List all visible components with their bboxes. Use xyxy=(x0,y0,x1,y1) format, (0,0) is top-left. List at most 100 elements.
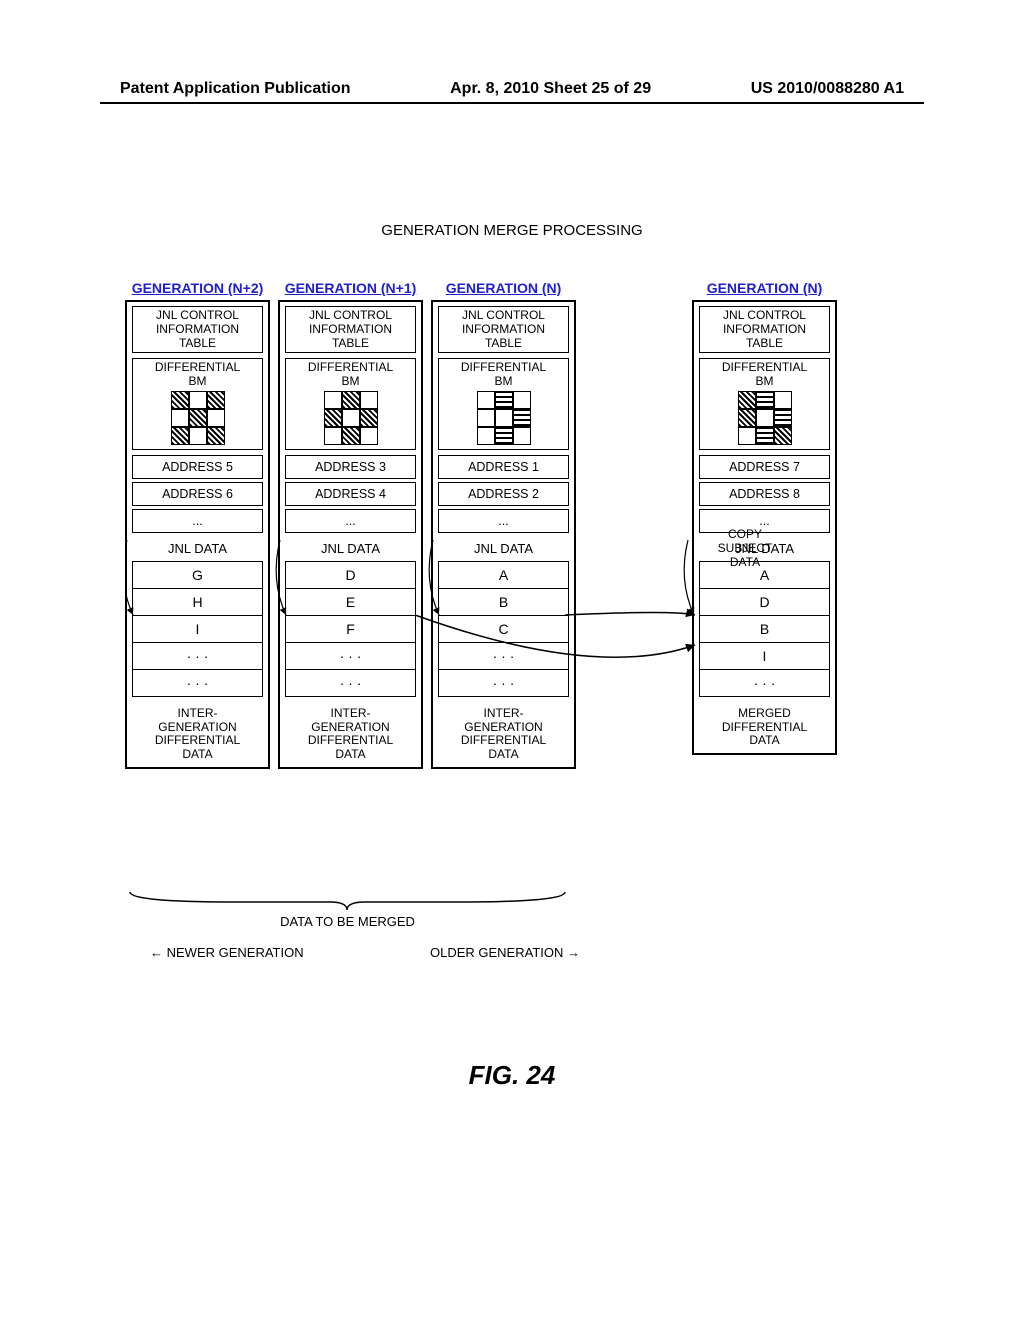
jnl-data-label: JNL DATA xyxy=(285,541,416,556)
header-left: Patent Application Publication xyxy=(120,80,351,98)
address: ADDRESS 6 xyxy=(132,482,263,506)
jnl-data-label: JNL DATA xyxy=(438,541,569,556)
bm-grid xyxy=(477,391,531,445)
older-generation-label: OLDER GENERATION → xyxy=(430,945,580,960)
jnl-data-row: · · · xyxy=(699,670,830,697)
generation-column-n: GENERATION (N) JNL CONTROL INFORMATION T… xyxy=(431,280,576,769)
jnl-data-row: I xyxy=(699,643,830,670)
bm-cell xyxy=(189,427,207,445)
jnl-data-row: H xyxy=(132,589,263,616)
figure-label: FIG. 24 xyxy=(0,1060,1024,1091)
bm-cell xyxy=(477,409,495,427)
address: ADDRESS 7 xyxy=(699,455,830,479)
address-list: ADDRESS 1 ADDRESS 2 ... xyxy=(438,455,569,533)
jnl-data-row: · · · xyxy=(285,670,416,697)
address: ... xyxy=(285,509,416,533)
jnl-data-row: G xyxy=(132,561,263,589)
bm-cell xyxy=(171,427,189,445)
jnl-data-label: JNL DATA xyxy=(132,541,263,556)
bm-cell xyxy=(342,409,360,427)
bm-cell xyxy=(738,427,756,445)
address: ADDRESS 1 xyxy=(438,455,569,479)
jnl-data-row: E xyxy=(285,589,416,616)
jnl-data-row: · · · xyxy=(285,643,416,670)
bm-cell xyxy=(756,409,774,427)
jnl-data-row: · · · xyxy=(132,643,263,670)
address-list: ADDRESS 3 ADDRESS 4 ... xyxy=(285,455,416,533)
address: ... xyxy=(132,509,263,533)
bm-cell xyxy=(513,427,531,445)
bm-label: DIFFERENTIAL BM xyxy=(704,361,825,387)
bm-cell xyxy=(324,409,342,427)
bm-cell xyxy=(738,409,756,427)
address-list: ADDRESS 5 ADDRESS 6 ... xyxy=(132,455,263,533)
bm-cell xyxy=(513,391,531,409)
generation-column-merged: GENERATION (N) JNL CONTROL INFORMATION T… xyxy=(692,280,837,769)
jnl-data-row: D xyxy=(699,589,830,616)
differential-bm: DIFFERENTIAL BM xyxy=(285,358,416,449)
jnl-control-table: JNL CONTROL INFORMATION TABLE xyxy=(438,306,569,353)
header-center: Apr. 8, 2010 Sheet 25 of 29 xyxy=(450,80,651,98)
bm-label: DIFFERENTIAL BM xyxy=(137,361,258,387)
bm-cell xyxy=(756,427,774,445)
newer-generation-label: ← NEWER GENERATION xyxy=(150,945,304,960)
jnl-control-table: JNL CONTROL INFORMATION TABLE xyxy=(699,306,830,353)
bm-cell xyxy=(324,391,342,409)
address: ADDRESS 4 xyxy=(285,482,416,506)
jnl-data-row: · · · xyxy=(132,670,263,697)
spacer xyxy=(584,280,684,769)
diagram-area: GENERATION (N+2) JNL CONTROL INFORMATION… xyxy=(125,280,905,769)
merge-brace: DATA TO BE MERGED xyxy=(125,890,570,929)
column-footer: INTER- GENERATION DIFFERENTIAL DATA xyxy=(132,707,263,762)
jnl-data-row: C xyxy=(438,616,569,643)
bm-cell xyxy=(324,427,342,445)
address: ADDRESS 3 xyxy=(285,455,416,479)
bm-cell xyxy=(360,427,378,445)
bm-label: DIFFERENTIAL BM xyxy=(443,361,564,387)
jnl-control-table: JNL CONTROL INFORMATION TABLE xyxy=(285,306,416,353)
jnl-data-list: D E F · · · · · · xyxy=(285,561,416,697)
bm-cell xyxy=(495,409,513,427)
jnl-data-list: G H I · · · · · · xyxy=(132,561,263,697)
bm-label: DIFFERENTIAL BM xyxy=(290,361,411,387)
bm-cell xyxy=(360,391,378,409)
gen-box: JNL CONTROL INFORMATION TABLE DIFFERENTI… xyxy=(431,300,576,769)
bm-cell xyxy=(171,391,189,409)
brace-label: DATA TO BE MERGED xyxy=(125,914,570,929)
column-footer: INTER- GENERATION DIFFERENTIAL DATA xyxy=(285,707,416,762)
address: ADDRESS 8 xyxy=(699,482,830,506)
address: ... xyxy=(438,509,569,533)
bm-cell xyxy=(774,409,792,427)
jnl-data-row: · · · xyxy=(438,670,569,697)
bm-cell xyxy=(207,409,225,427)
bm-cell xyxy=(189,391,207,409)
columns: GENERATION (N+2) JNL CONTROL INFORMATION… xyxy=(125,280,905,769)
bm-cell xyxy=(495,391,513,409)
bm-cell xyxy=(360,409,378,427)
jnl-data-row: B xyxy=(438,589,569,616)
column-footer: INTER- GENERATION DIFFERENTIAL DATA xyxy=(438,707,569,762)
bm-cell xyxy=(171,409,189,427)
address-list: ADDRESS 7 ADDRESS 8 ... xyxy=(699,455,830,533)
column-footer: MERGED DIFFERENTIAL DATA xyxy=(699,707,830,748)
gen-label: GENERATION (N+1) xyxy=(285,280,417,296)
gen-label: GENERATION (N) xyxy=(446,280,562,296)
bm-cell xyxy=(495,427,513,445)
jnl-data-row: I xyxy=(132,616,263,643)
jnl-data-row: B xyxy=(699,616,830,643)
differential-bm: DIFFERENTIAL BM xyxy=(699,358,830,449)
diagram-title: GENERATION MERGE PROCESSING xyxy=(0,222,1024,239)
address: ADDRESS 5 xyxy=(132,455,263,479)
bm-cell xyxy=(207,427,225,445)
bm-cell xyxy=(756,391,774,409)
bm-cell xyxy=(774,391,792,409)
jnl-control-table: JNL CONTROL INFORMATION TABLE xyxy=(132,306,263,353)
page-header: Patent Application Publication Apr. 8, 2… xyxy=(0,80,1024,98)
jnl-data-row: F xyxy=(285,616,416,643)
gen-box: JNL CONTROL INFORMATION TABLE DIFFERENTI… xyxy=(278,300,423,769)
jnl-data-list: A B C · · · · · · xyxy=(438,561,569,697)
bm-cell xyxy=(342,427,360,445)
header-right: US 2010/0088280 A1 xyxy=(751,80,904,98)
bm-cell xyxy=(207,391,225,409)
bm-grid xyxy=(171,391,225,445)
